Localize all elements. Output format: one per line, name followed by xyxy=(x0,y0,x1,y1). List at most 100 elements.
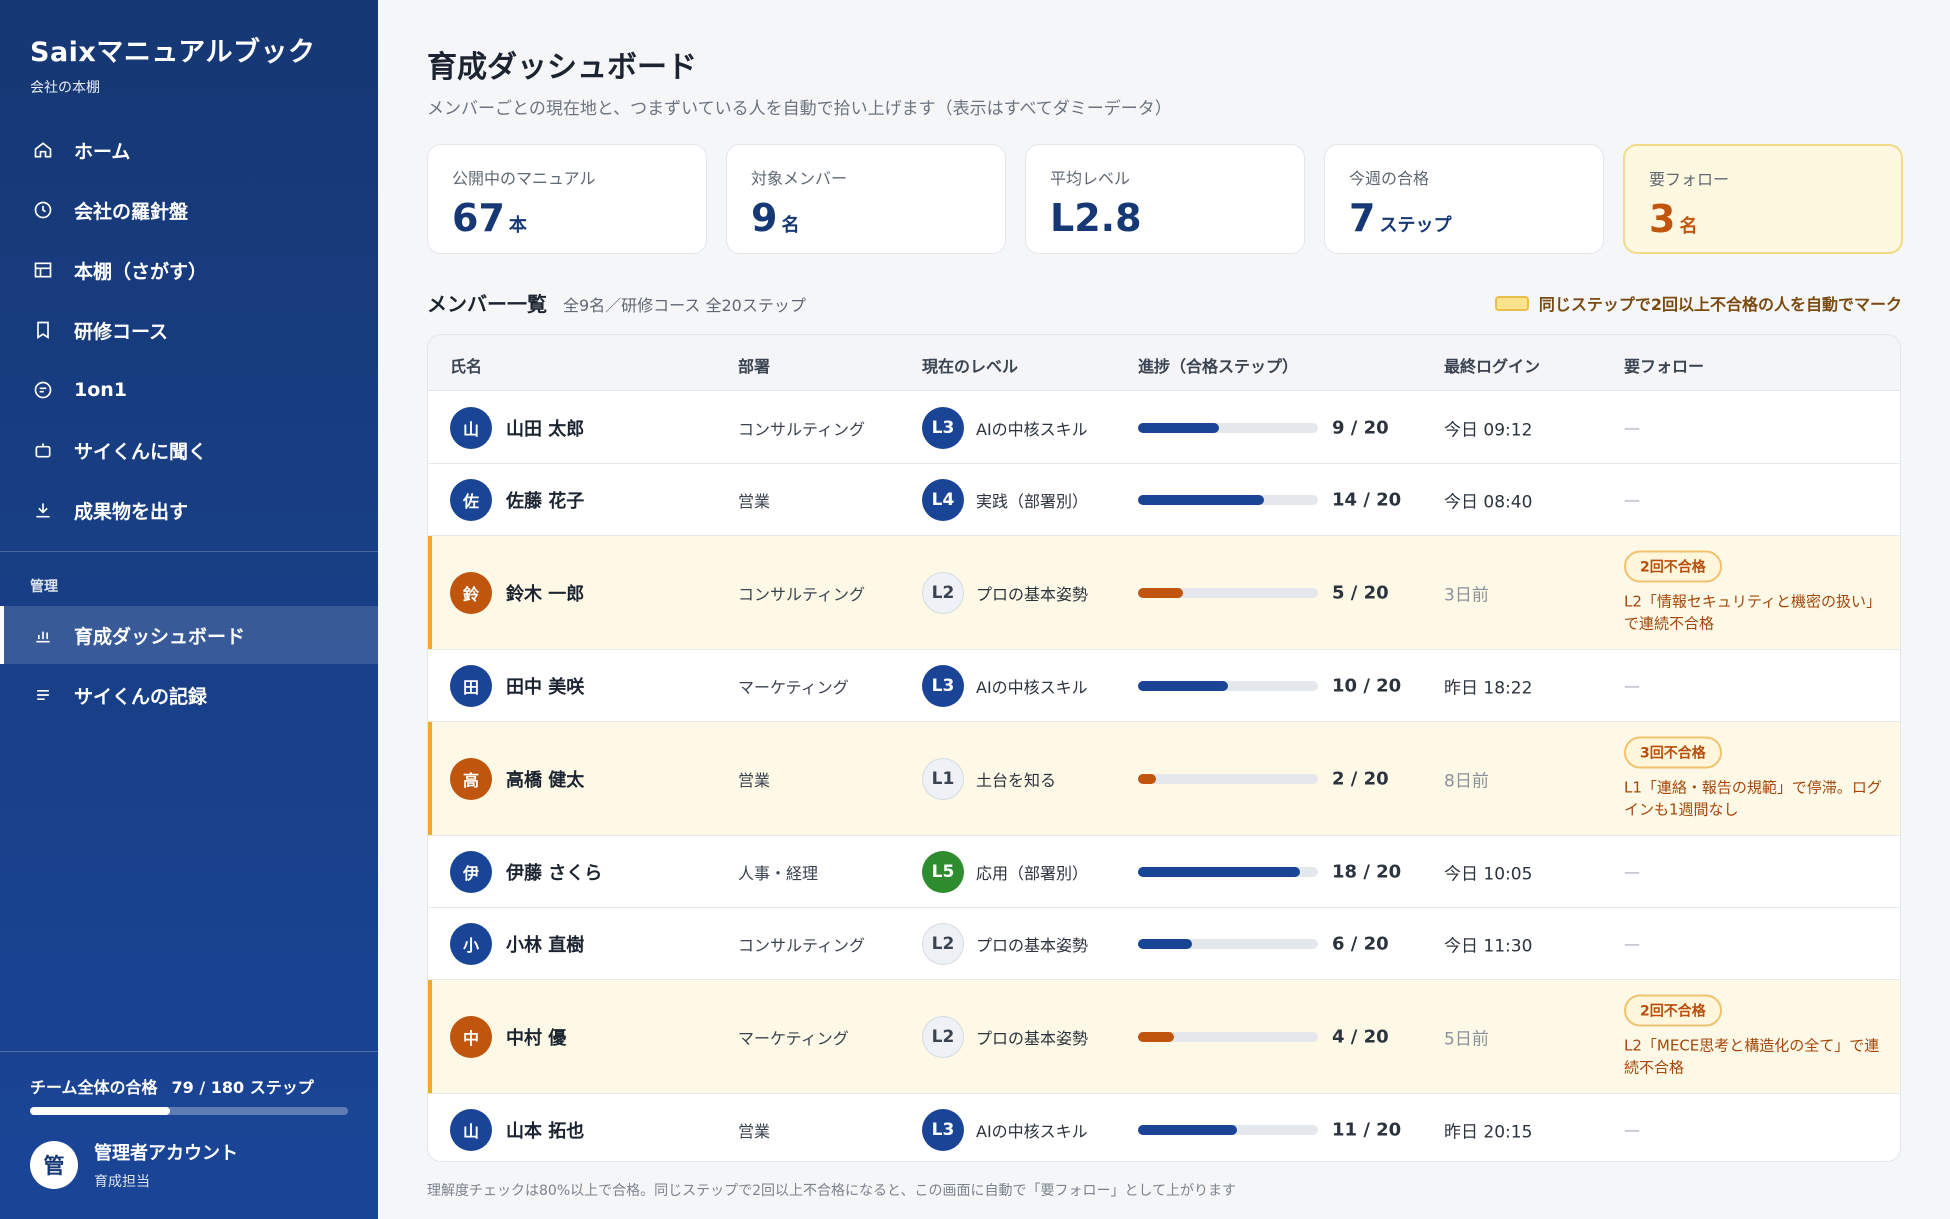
stat-unit: 名 xyxy=(781,215,800,236)
last-login: 今日 10:05 xyxy=(1444,864,1533,884)
download-icon xyxy=(32,499,54,521)
stat-card-needs-follow[interactable]: 要フォロー 3名 xyxy=(1623,144,1903,254)
member-name[interactable]: 鈴木 一郎 xyxy=(506,580,584,606)
member-dept: コンサルティング xyxy=(738,584,866,604)
stat-unit: ステップ xyxy=(1379,215,1452,236)
member-name[interactable]: 山本 拓也 xyxy=(506,1117,584,1143)
progress-value: 11 / 20 xyxy=(1332,1119,1402,1140)
progress-bar xyxy=(1138,773,1318,784)
team-progress-fill xyxy=(30,1107,170,1115)
progress-value: 14 / 20 xyxy=(1332,489,1402,510)
sidebar-item-bookshelf[interactable]: 本棚（さがす） xyxy=(0,241,378,299)
legend-text: 同じステップで2回以上不合格の人を自動でマーク xyxy=(1538,295,1902,314)
fail-note: L2「MECE思考と構造化の全て」で連続不合格 xyxy=(1624,1036,1880,1077)
avatar: 山 xyxy=(450,406,492,449)
level-badge: L1 xyxy=(922,757,964,800)
member-name[interactable]: 田中 美咲 xyxy=(506,673,584,699)
level-badge: L4 xyxy=(922,478,964,521)
follow-none: — xyxy=(1624,934,1640,953)
member-name[interactable]: 山田 太郎 xyxy=(506,415,584,441)
sidebar-section-label: 管理 xyxy=(30,579,58,595)
table-row[interactable]: 高高橋 健太 営業 L1 土台を知る 2 / 20 8日前 3回不合格 L1「連絡・報告の規範… xyxy=(428,722,1900,836)
progress-fill xyxy=(1138,680,1228,691)
avatar: 中 xyxy=(450,1015,492,1058)
member-dept: マーケティング xyxy=(738,677,849,697)
member-name[interactable]: 伊藤 さくら xyxy=(506,859,602,885)
progress-fill xyxy=(1138,773,1156,784)
table-row[interactable]: 山山本 拓也 営業 L3 AIの中核スキル 11 / 20 昨日 20:15 — xyxy=(428,1094,1900,1161)
follow-flag: 2回不合格 L2「情報セキュリティと機密の扱い」で連続不合格 xyxy=(1624,550,1884,635)
member-name[interactable]: 中村 優 xyxy=(506,1024,566,1050)
progress-fill xyxy=(1138,866,1300,877)
members-subtitle: 全9名／研修コース 全20ステップ xyxy=(563,296,806,315)
stat-value: L2.8 xyxy=(1050,196,1142,240)
follow-flag: 3回不合格 L1「連絡・報告の規範」で停滞。ログインも1週間なし xyxy=(1624,736,1884,821)
table-row[interactable]: 小小林 直樹 コンサルティング L2 プロの基本姿勢 6 / 20 今日 11:30 — xyxy=(428,908,1900,980)
team-progress-bar xyxy=(30,1107,348,1115)
level-name: AIの中核スキル xyxy=(976,419,1088,439)
level-badge: L2 xyxy=(922,1015,964,1058)
list-icon xyxy=(32,684,54,706)
stat-card-manuals: 公開中のマニュアル 67 本 xyxy=(427,144,707,254)
member-name[interactable]: 小林 直樹 xyxy=(506,931,584,957)
table-row[interactable]: 田田中 美咲 マーケティング L3 AIの中核スキル 10 / 20 昨日 18:22 — xyxy=(428,650,1900,722)
last-login: 今日 11:30 xyxy=(1444,936,1533,956)
team-progress-value: 79 / 180 ステップ xyxy=(171,1078,314,1097)
stat-label: 今週の合格 xyxy=(1349,169,1430,188)
progress-fill xyxy=(1138,422,1219,433)
table-row[interactable]: 鈴鈴木 一郎 コンサルティング L2 プロの基本姿勢 5 / 20 3日前 2回不合格 L2「… xyxy=(428,536,1900,650)
member-name[interactable]: 佐藤 花子 xyxy=(506,487,584,513)
progress-bar xyxy=(1138,938,1318,949)
sidebar-divider xyxy=(0,551,378,552)
col-dept[interactable]: 部署 xyxy=(738,353,770,377)
sidebar-item-courses[interactable]: 研修コース xyxy=(0,301,378,359)
col-follow[interactable]: 要フォロー xyxy=(1624,353,1704,377)
sidebar-item-bot-log[interactable]: サイくんの記録 xyxy=(0,666,378,724)
account[interactable]: 管 管理者アカウント 育成担当 xyxy=(30,1139,238,1191)
sidebar-item-home[interactable]: ホーム xyxy=(0,121,378,179)
sidebar-item-compass[interactable]: 会社の羅針盤 xyxy=(0,181,378,239)
brand[interactable]: Saixマニュアルブック 会社の本棚 xyxy=(30,30,316,97)
progress-fill xyxy=(1138,494,1264,505)
level-badge: L5 xyxy=(922,850,964,893)
last-login: 昨日 20:15 xyxy=(1444,1122,1533,1142)
sidebar-item-label: ホーム xyxy=(74,140,131,163)
col-name[interactable]: 氏名 xyxy=(450,353,482,377)
fail-badge: 2回不合格 xyxy=(1624,994,1722,1026)
progress-value: 5 / 20 xyxy=(1332,582,1389,603)
progress-value: 10 / 20 xyxy=(1332,675,1402,696)
sidebar-item-submit[interactable]: 成果物を出す xyxy=(0,481,378,539)
sidebar-item-label: 育成ダッシュボード xyxy=(74,625,246,648)
table-row[interactable]: 山山田 太郎 コンサルティング L3 AIの中核スキル 9 / 20 今日 09:12 — xyxy=(428,392,1900,464)
avatar: 鈴 xyxy=(450,571,492,614)
progress-fill xyxy=(1138,1031,1174,1042)
avatar: 伊 xyxy=(450,850,492,893)
page-title: 育成ダッシュボード xyxy=(427,50,697,85)
table-row[interactable]: 伊伊藤 さくら 人事・経理 L5 応用（部署別） 18 / 20 今日 10:05 — xyxy=(428,836,1900,908)
follow-none: — xyxy=(1624,418,1640,437)
sidebar-item-dashboard[interactable]: 育成ダッシュボード xyxy=(0,606,378,664)
level-badge: L3 xyxy=(922,664,964,707)
sidebar-item-ask-bot[interactable]: サイくんに聞く xyxy=(0,421,378,479)
fail-badge: 3回不合格 xyxy=(1624,736,1722,768)
progress-bar xyxy=(1138,1124,1318,1135)
table-row[interactable]: 中中村 優 マーケティング L2 プロの基本姿勢 4 / 20 5日前 2回不合格 L2「ME… xyxy=(428,980,1900,1094)
table-row[interactable]: 佐佐藤 花子 営業 L4 実践（部署別） 14 / 20 今日 08:40 — xyxy=(428,464,1900,536)
follow-none: — xyxy=(1624,490,1640,509)
stat-label: 平均レベル xyxy=(1050,169,1131,188)
last-login: 5日前 xyxy=(1444,1029,1489,1049)
sidebar-item-1on1[interactable]: 1on1 xyxy=(0,361,378,419)
member-dept: 人事・経理 xyxy=(738,863,819,883)
col-level[interactable]: 現在のレベル xyxy=(922,353,1018,377)
last-login: 今日 09:12 xyxy=(1444,420,1533,440)
col-progress[interactable]: 進捗（合格ステップ） xyxy=(1138,353,1298,377)
level-name: AIの中核スキル xyxy=(976,677,1088,697)
member-dept: 営業 xyxy=(738,1121,771,1141)
col-last-login[interactable]: 最終ログイン xyxy=(1444,353,1540,377)
avatar: 小 xyxy=(450,922,492,965)
member-dept: 営業 xyxy=(738,491,771,511)
level-name: 土台を知る xyxy=(976,770,1057,790)
member-name[interactable]: 高橋 健太 xyxy=(506,766,584,792)
progress-bar xyxy=(1138,422,1318,433)
sidebar: Saixマニュアルブック 会社の本棚 ホーム 会社の羅針盤 本棚（さがす） 研修… xyxy=(0,0,378,1219)
